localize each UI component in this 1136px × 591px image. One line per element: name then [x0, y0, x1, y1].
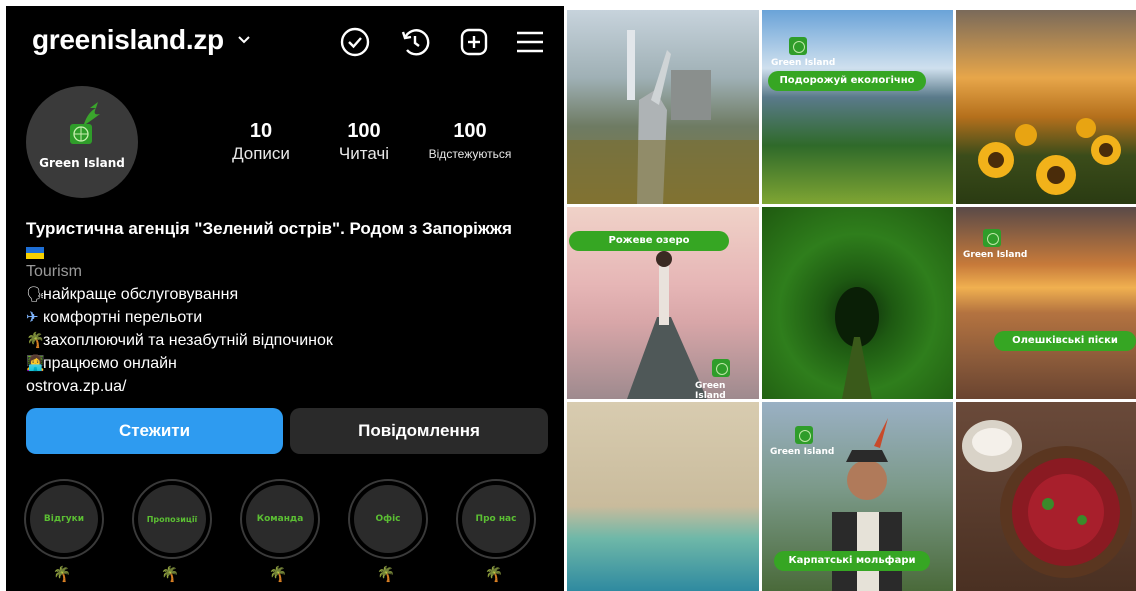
speaking-head-icon: 🗣 — [26, 286, 46, 303]
post-caption: Олешківські піски — [994, 331, 1136, 351]
bio-line-text: захоплюючий та незабутній відпочинок — [43, 332, 333, 349]
stat-posts-value: 10 — [249, 120, 273, 142]
stat-following-label: Відстежуються — [428, 147, 512, 161]
avatar-label: Green Island — [39, 156, 125, 170]
stat-following[interactable]: 100 Відстежуються — [415, 119, 525, 165]
technologist-icon: 👩‍💻 — [26, 355, 45, 372]
post-kyiv[interactable] — [567, 10, 759, 204]
green-island-logo-icon — [795, 426, 813, 444]
sunflowers-image — [978, 118, 1121, 195]
airplane-icon: ✈ — [26, 309, 39, 326]
post-sands[interactable]: Green Island Олешківські піски — [956, 207, 1136, 399]
brand-label: Green Island — [770, 447, 835, 457]
highlight-team[interactable]: Команда — [240, 479, 320, 559]
highlight-about[interactable]: Про нас — [456, 479, 536, 559]
stat-following-value: 100 — [453, 120, 487, 142]
post-molfar[interactable]: Green Island Карпатські мольфари — [762, 402, 953, 591]
ukraine-flag-icon — [26, 240, 556, 260]
add-post-icon[interactable] — [457, 25, 491, 59]
palm-tree-icon: 🌴 — [52, 566, 72, 583]
stat-posts-label: Дописи — [232, 144, 290, 163]
highlight-label: Пропозиції — [146, 514, 198, 524]
username[interactable]: greenisland.zp — [32, 24, 224, 56]
brand-label: Green Island — [963, 250, 1028, 260]
green-island-logo-icon — [983, 229, 1001, 247]
bio-line-text: найкраще обслуговування — [43, 286, 239, 303]
bio-line: 👩‍💻 працюємо онлайн — [26, 352, 556, 375]
brand-label: Green Island — [771, 58, 836, 68]
tunnel-of-love-image — [835, 287, 879, 399]
bio-line-text: працюємо онлайн — [43, 355, 177, 372]
follow-button[interactable]: Стежити — [26, 408, 283, 454]
bio-name: Туристична агенція "Зелений острів". Род… — [26, 219, 512, 238]
borscht-image — [962, 420, 1132, 578]
chevron-down-icon[interactable] — [238, 36, 250, 44]
bio: Туристична агенція "Зелений острів". Род… — [26, 217, 556, 398]
green-island-logo — [70, 102, 100, 144]
post-eco[interactable]: Green Island Подорожуй екологічно — [762, 10, 953, 204]
highlight-label: Команда — [256, 514, 304, 524]
bio-category: Tourism — [26, 263, 83, 280]
stat-posts[interactable]: 10 Дописи — [206, 119, 316, 165]
bio-link[interactable]: ostrova.zp.ua/ — [26, 375, 556, 398]
kyiv-monument-image — [567, 30, 759, 204]
instagram-profile: greenisland.zp Green Island 10 Дописи 10… — [6, 6, 564, 591]
palm-tree-icon: 🌴 — [26, 332, 45, 349]
post-sunflowers[interactable] — [956, 10, 1136, 204]
post-caption: Подорожуй екологічно — [768, 71, 926, 91]
posts-grid: Green Island Подорожуй екологічно Рожеве… — [567, 10, 1136, 591]
post-borscht[interactable] — [956, 402, 1136, 591]
message-button[interactable]: Повідомлення — [290, 408, 548, 454]
highlight-label: Про нас — [475, 514, 517, 524]
history-icon[interactable] — [398, 25, 432, 59]
avatar[interactable]: Green Island — [26, 86, 138, 198]
stat-followers[interactable]: 100 Читачі — [309, 119, 419, 165]
top-bar: greenisland.zp — [6, 6, 564, 72]
stat-followers-label: Читачі — [338, 144, 390, 163]
palm-tree-icon: 🌴 — [376, 566, 396, 583]
post-caption: Карпатські мольфари — [774, 551, 930, 571]
brand-label: Green Island — [695, 381, 726, 399]
highlight-label: Офіс — [375, 514, 401, 524]
menu-icon[interactable] — [513, 25, 547, 59]
bio-line: 🗣 найкраще обслуговування — [26, 283, 556, 306]
post-tunnel-of-love[interactable] — [762, 207, 953, 399]
post-beach[interactable] — [567, 402, 759, 591]
highlight-label: Відгуки — [43, 514, 85, 524]
highlight-reviews[interactable]: Відгуки — [24, 479, 104, 559]
highlight-offers[interactable]: Пропозиції — [132, 479, 212, 559]
green-island-logo-icon — [712, 359, 730, 377]
check-circle-icon[interactable] — [338, 25, 372, 59]
bio-line: 🌴 захоплюючий та незабутній відпочинок — [26, 329, 556, 352]
bio-line-text: комфортні перельоти — [43, 309, 203, 326]
stat-followers-value: 100 — [347, 120, 381, 142]
bio-line: ✈ комфортні перельоти — [26, 306, 556, 329]
palm-tree-icon: 🌴 — [268, 566, 288, 583]
post-pink-lake[interactable]: Рожеве озеро Green Island — [567, 207, 759, 399]
palm-tree-icon: 🌴 — [484, 566, 504, 583]
post-caption: Рожеве озеро — [569, 231, 729, 251]
palm-tree-icon: 🌴 — [160, 566, 180, 583]
green-island-logo-icon — [789, 37, 807, 55]
highlight-office[interactable]: Офіс — [348, 479, 428, 559]
